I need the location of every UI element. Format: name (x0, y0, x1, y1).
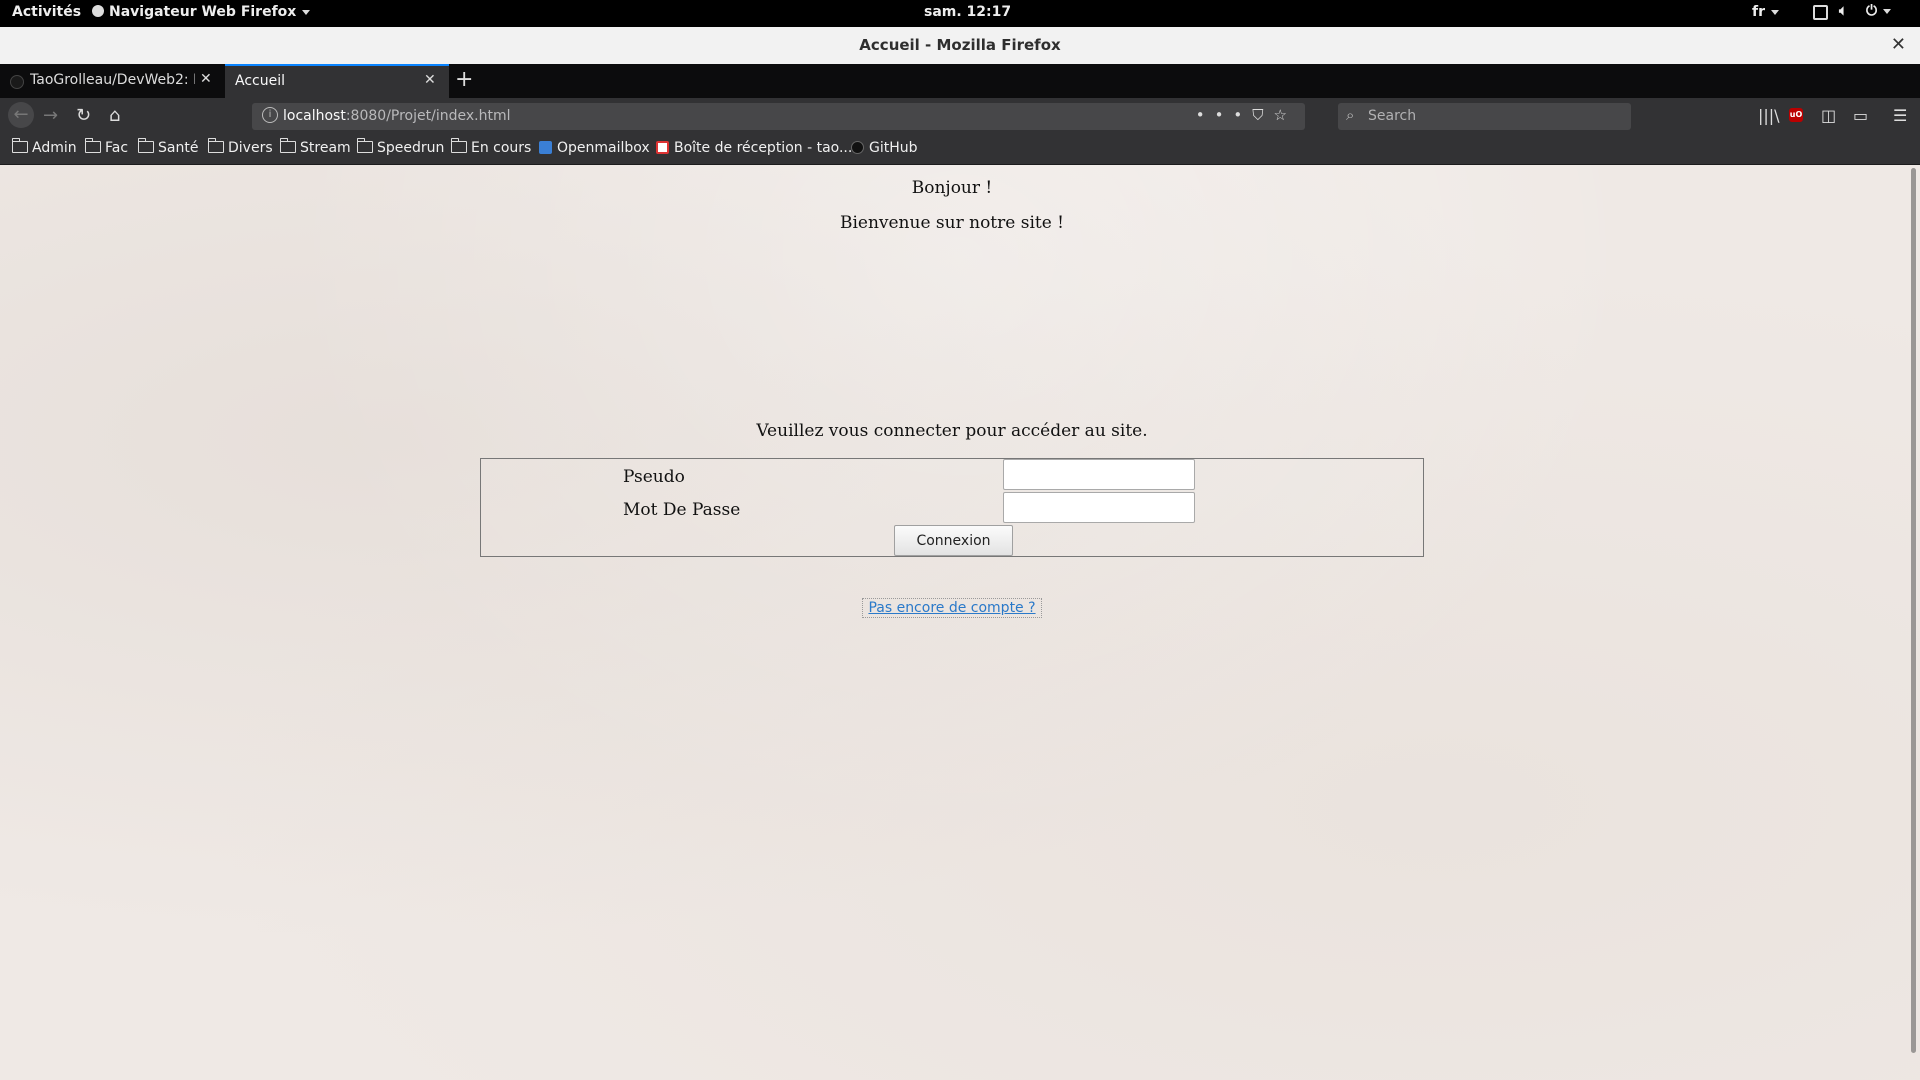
bookmark-en-cours[interactable]: En cours (450, 138, 531, 156)
sidebar-icon[interactable]: ◫ (1821, 106, 1836, 125)
activities-button[interactable]: Activités (12, 4, 81, 20)
search-icon: ⌕ (1346, 106, 1355, 124)
bookmark-fac[interactable]: Fac (84, 138, 128, 156)
more-actions-icon[interactable]: ••• (1196, 106, 1253, 124)
gmail-icon (656, 141, 669, 154)
bookmark-openmailbox[interactable]: Openmailbox (539, 140, 650, 156)
search-bar[interactable]: ⌕ Search (1338, 103, 1631, 130)
close-tab-icon[interactable]: ✕ (424, 72, 436, 88)
page-scrollbar[interactable] (1908, 165, 1920, 1080)
bookmark-stream[interactable]: Stream (279, 138, 351, 156)
bookmark-star-icon[interactable]: ☆ (1274, 106, 1297, 124)
connexion-button[interactable]: Connexion (894, 525, 1013, 556)
folder-icon (207, 138, 224, 153)
ublock-icon[interactable]: uO (1789, 108, 1803, 122)
scrollbar-thumb[interactable] (1911, 168, 1916, 1053)
language-selector[interactable]: fr (1752, 4, 1779, 20)
app-menu-label: Navigateur Web Firefox (109, 4, 297, 20)
github-icon (851, 141, 864, 154)
folder-icon (137, 138, 154, 153)
volume-icon[interactable]: 🔈︎ (1839, 3, 1847, 19)
page-content: Bonjour ! Bienvenue sur notre site ! Veu… (0, 165, 1920, 1080)
bookmark-github[interactable]: GitHub (851, 140, 918, 156)
url-text[interactable]: localhost:8080/Projet/index.html (283, 108, 510, 124)
tab-label: Accueil (235, 73, 285, 89)
search-input[interactable]: Search (1368, 108, 1416, 124)
folder-icon (450, 138, 467, 153)
pocket-icon[interactable]: ⛉ (1252, 106, 1273, 124)
home-button[interactable]: ⌂ (109, 105, 120, 126)
github-icon (10, 75, 24, 89)
page-actions: •••⛉☆ (1196, 106, 1297, 124)
folder-icon (11, 138, 28, 153)
back-button[interactable]: ← (8, 102, 34, 128)
reload-button[interactable]: ↻ (76, 105, 91, 126)
openmailbox-icon (539, 141, 552, 154)
login-form: Pseudo Mot De Passe Connexion (480, 458, 1424, 557)
chevron-down-icon (302, 9, 311, 15)
bookmarks-toolbar: Admin Fac Santé Divers Stream Speedrun E… (0, 135, 1920, 165)
screenshot-icon[interactable]: ▭ (1853, 106, 1868, 125)
pseudo-input[interactable] (1003, 459, 1195, 490)
window-icon[interactable] (1813, 5, 1828, 24)
tab-accueil[interactable]: Accueil ✕ (225, 64, 449, 98)
forward-button[interactable]: → (43, 105, 58, 126)
url-bar[interactable]: i localhost:8080/Projet/index.html •••⛉☆ (252, 103, 1305, 130)
info-icon[interactable]: i (262, 107, 278, 123)
window-title: Accueil - Mozilla Firefox (859, 36, 1061, 54)
chevron-down-icon (1771, 9, 1779, 15)
language-label: fr (1752, 4, 1765, 20)
firefox-icon (92, 5, 104, 17)
greeting-text: Bonjour ! (911, 178, 993, 198)
folder-icon (356, 138, 373, 153)
library-icon[interactable]: |||\ (1758, 106, 1780, 125)
login-prompt: Veuillez vous connecter pour accéder au … (756, 421, 1148, 441)
tab-devweb2[interactable]: TaoGrolleau/DevWeb2: E ✕ (0, 64, 222, 98)
chevron-down-icon (1883, 8, 1892, 14)
system-top-bar: Activités Navigateur Web Firefox sam. 12… (0, 0, 1920, 27)
bookmark-gmail[interactable]: Boîte de réception - tao... (656, 140, 852, 156)
password-input[interactable] (1003, 492, 1195, 523)
password-label: Mot De Passe (623, 500, 741, 520)
pseudo-label: Pseudo (623, 467, 685, 487)
navigation-toolbar: ← → ↻ ⌂ i localhost:8080/Projet/index.ht… (0, 98, 1920, 135)
bookmark-divers[interactable]: Divers (207, 138, 273, 156)
window-title-bar: Accueil - Mozilla Firefox ✕ (0, 27, 1920, 65)
close-tab-icon[interactable]: ✕ (200, 71, 212, 87)
tab-strip: TaoGrolleau/DevWeb2: E ✕ Accueil ✕ + (0, 64, 1920, 98)
folder-icon (84, 138, 101, 153)
bookmark-sante[interactable]: Santé (137, 138, 198, 156)
bookmark-admin[interactable]: Admin (11, 138, 77, 156)
bookmark-speedrun[interactable]: Speedrun (356, 138, 444, 156)
menu-icon[interactable]: ☰ (1893, 106, 1907, 125)
folder-icon (279, 138, 296, 153)
clock[interactable]: sam. 12:17 (924, 4, 1011, 20)
app-menu[interactable]: Navigateur Web Firefox (92, 4, 311, 20)
signup-link-container: Pas encore de compte ? (0, 597, 1904, 618)
welcome-text: Bienvenue sur notre site ! (839, 213, 1065, 233)
power-icon[interactable]: ⏻ (1866, 3, 1892, 19)
close-window-button[interactable]: ✕ (1891, 34, 1906, 55)
tab-label: TaoGrolleau/DevWeb2: E (30, 72, 195, 88)
signup-link[interactable]: Pas encore de compte ? (862, 598, 1042, 618)
new-tab-button[interactable]: + (455, 67, 473, 92)
